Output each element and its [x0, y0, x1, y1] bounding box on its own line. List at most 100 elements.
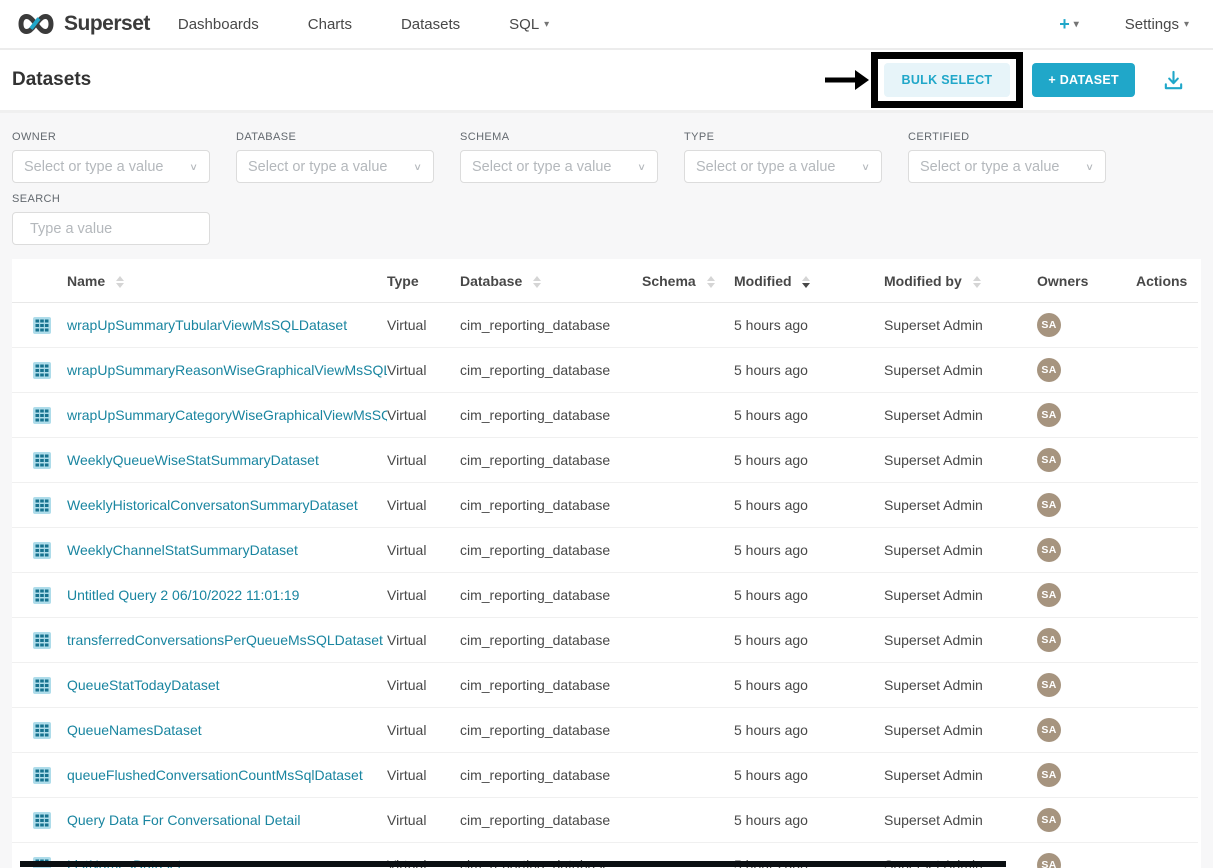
- dataset-modified-by: Superset Admin: [884, 438, 1037, 483]
- owner-avatar[interactable]: SA: [1037, 583, 1061, 607]
- dataset-type: Virtual: [387, 798, 460, 843]
- column-header-label: Owners: [1037, 273, 1088, 289]
- dataset-name-link[interactable]: Untitled Query 2 06/10/2022 11:01:19: [67, 587, 299, 603]
- filter-label: DATABASE: [236, 131, 434, 143]
- nav-item-label: Datasets: [401, 16, 460, 33]
- nav-items: Dashboards Charts Datasets SQL ▾: [178, 16, 549, 33]
- caret-down-icon: ▾: [1184, 19, 1189, 30]
- dataset-name-link[interactable]: wrapUpSummaryReasonWiseGraphicalViewMsSQ…: [67, 362, 387, 378]
- dataset-modified-by: Superset Admin: [884, 708, 1037, 753]
- column-header[interactable]: Name: [67, 259, 387, 303]
- new-item-button[interactable]: + ▾: [1059, 14, 1079, 35]
- dataset-name-link[interactable]: WeeklyQueueWiseStatSummaryDataset: [67, 452, 319, 468]
- filter-select[interactable]: Select or type a value ∨: [684, 150, 882, 183]
- dataset-database: cim_reporting_database: [460, 303, 642, 348]
- search-box: [12, 212, 210, 245]
- sort-icon: [973, 276, 981, 288]
- filter-select[interactable]: Select or type a value ∨: [460, 150, 658, 183]
- dataset-name-link[interactable]: QueueNamesDataset: [67, 722, 202, 738]
- dataset-database: cim_reporting_database: [460, 573, 642, 618]
- add-dataset-button[interactable]: + DATASET: [1032, 63, 1135, 97]
- dataset-type: Virtual: [387, 393, 460, 438]
- column-header[interactable]: Schema: [642, 259, 734, 303]
- column-header[interactable]: Actions: [1136, 259, 1198, 303]
- chevron-down-icon: ∨: [861, 161, 870, 172]
- dataset-modified-by: Superset Admin: [884, 303, 1037, 348]
- nav-right-section: + ▾ Settings ▾: [1059, 14, 1197, 35]
- owner-avatar[interactable]: SA: [1037, 673, 1061, 697]
- filter-select[interactable]: Select or type a value ∨: [12, 150, 210, 183]
- dataset-name-link[interactable]: wrapUpSummaryTubularViewMsSQLDataset: [67, 317, 347, 333]
- column-header[interactable]: Modified: [734, 259, 884, 303]
- dataset-actions-cell: [1136, 708, 1198, 753]
- table-row: WeeklyChannelStatSummaryDataset Virtual …: [12, 528, 1198, 573]
- owner-avatar[interactable]: SA: [1037, 853, 1061, 868]
- dataset-modified-by: Superset Admin: [884, 663, 1037, 708]
- dataset-grid-icon: [33, 452, 51, 469]
- dataset-database: cim_reporting_database: [460, 753, 642, 798]
- dataset-type: Virtual: [387, 528, 460, 573]
- column-header-label: Type: [387, 273, 419, 289]
- dataset-grid-icon: [33, 542, 51, 559]
- annotation-highlight-box: BULK SELECT: [871, 52, 1024, 108]
- dataset-name-link[interactable]: WeeklyHistoricalConversatonSummaryDatase…: [67, 497, 358, 513]
- owner-avatar[interactable]: SA: [1037, 448, 1061, 472]
- nav-item[interactable]: SQL ▾: [509, 16, 549, 33]
- dataset-grid-icon: [33, 677, 51, 694]
- dataset-name-link[interactable]: transferredConversationsPerQueueMsSQLDat…: [67, 632, 383, 648]
- filter-select[interactable]: Select or type a value ∨: [236, 150, 434, 183]
- dataset-actions-cell: [1136, 483, 1198, 528]
- dataset-name-link[interactable]: wrapUpSummaryCategoryWiseGraphicalViewMs…: [67, 407, 387, 423]
- dataset-modified: 5 hours ago: [734, 348, 884, 393]
- owner-avatar[interactable]: SA: [1037, 718, 1061, 742]
- table-row: wrapUpSummaryReasonWiseGraphicalViewMsSQ…: [12, 348, 1198, 393]
- dataset-database: cim_reporting_database: [460, 528, 642, 573]
- owner-avatar[interactable]: SA: [1037, 313, 1061, 337]
- owner-avatar[interactable]: SA: [1037, 493, 1061, 517]
- column-header[interactable]: Type: [387, 259, 460, 303]
- dataset-modified: 5 hours ago: [734, 303, 884, 348]
- nav-item[interactable]: Dashboards: [178, 16, 264, 33]
- column-header-label: Schema: [642, 273, 696, 289]
- bulk-select-button[interactable]: BULK SELECT: [884, 63, 1011, 97]
- superset-logo[interactable]: Superset: [16, 11, 150, 37]
- filter: DATABASE Select or type a value ∨: [236, 125, 434, 183]
- dataset-schema: [642, 483, 734, 528]
- dataset-type: Virtual: [387, 618, 460, 663]
- owner-avatar[interactable]: SA: [1037, 403, 1061, 427]
- dataset-grid-icon: [33, 632, 51, 649]
- caret-down-icon: ▾: [544, 19, 549, 30]
- dataset-name-link[interactable]: QueueStatTodayDataset: [67, 677, 220, 693]
- header-actions: BULK SELECT + DATASET: [823, 52, 1197, 108]
- owner-avatar[interactable]: SA: [1037, 763, 1061, 787]
- dataset-schema: [642, 528, 734, 573]
- column-header[interactable]: Modified by: [884, 259, 1037, 303]
- owner-avatar[interactable]: SA: [1037, 808, 1061, 832]
- dataset-name-link[interactable]: Query Data For Conversational Detail: [67, 812, 300, 828]
- dataset-modified: 5 hours ago: [734, 483, 884, 528]
- owner-avatar[interactable]: SA: [1037, 358, 1061, 382]
- filter-select[interactable]: Select or type a value ∨: [908, 150, 1106, 183]
- dataset-name-link[interactable]: WeeklyChannelStatSummaryDataset: [67, 542, 298, 558]
- search-input[interactable]: [30, 221, 217, 237]
- filter: OWNER Select or type a value ∨: [12, 125, 210, 183]
- select-placeholder: Select or type a value: [248, 159, 413, 175]
- nav-item[interactable]: Datasets: [401, 16, 465, 33]
- dataset-modified: 5 hours ago: [734, 753, 884, 798]
- export-datasets-button[interactable]: [1162, 69, 1185, 92]
- column-header[interactable]: Database: [460, 259, 642, 303]
- settings-menu[interactable]: Settings ▾: [1125, 16, 1189, 33]
- dataset-actions-cell: [1136, 798, 1198, 843]
- dataset-modified-by: Superset Admin: [884, 798, 1037, 843]
- filter: TYPE Select or type a value ∨: [684, 125, 882, 183]
- column-header-label: Actions: [1136, 273, 1187, 289]
- dataset-type: Virtual: [387, 573, 460, 618]
- dataset-type: Virtual: [387, 303, 460, 348]
- dataset-modified: 5 hours ago: [734, 528, 884, 573]
- dataset-modified: 5 hours ago: [734, 438, 884, 483]
- owner-avatar[interactable]: SA: [1037, 628, 1061, 652]
- nav-item[interactable]: Charts: [308, 16, 357, 33]
- dataset-name-link[interactable]: queueFlushedConversationCountMsSqlDatase…: [67, 767, 363, 783]
- column-header[interactable]: Owners: [1037, 259, 1136, 303]
- owner-avatar[interactable]: SA: [1037, 538, 1061, 562]
